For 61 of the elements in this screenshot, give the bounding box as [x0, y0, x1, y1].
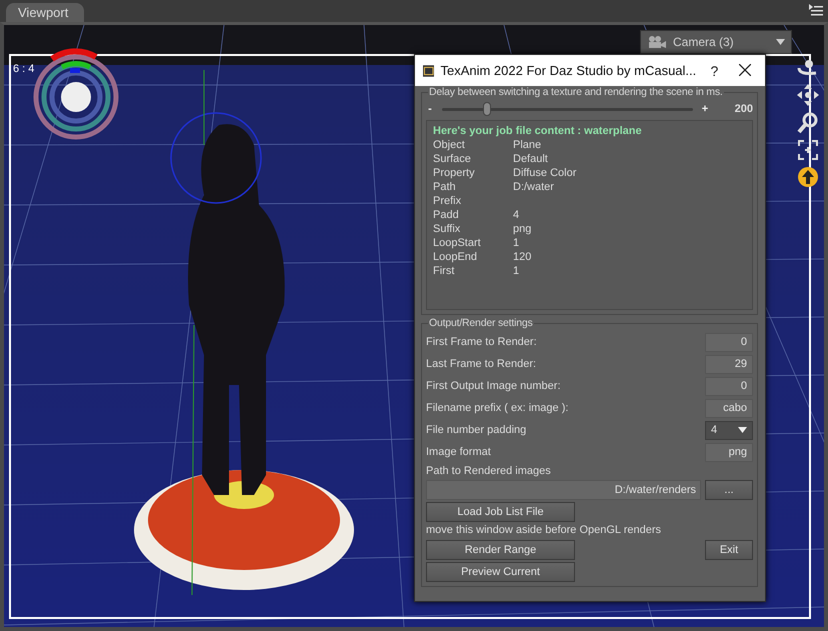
- input-field[interactable]: 29: [705, 354, 753, 374]
- camera-icon: [647, 35, 667, 49]
- browse-button[interactable]: ...: [705, 480, 753, 500]
- group-title: Delay between switching a texture and rendering the scene in ms.: [428, 86, 724, 98]
- path-label: Path to Rendered images: [426, 464, 552, 479]
- menu-icon[interactable]: [808, 3, 824, 17]
- input-field[interactable]: 0: [705, 376, 753, 396]
- job-key: Property: [433, 167, 513, 179]
- preview-button[interactable]: Preview Current: [426, 562, 575, 582]
- job-key: Prefix: [433, 195, 513, 207]
- delay-slider[interactable]: [442, 102, 693, 116]
- job-value: png: [513, 223, 532, 235]
- input-field[interactable]: cabo: [705, 398, 753, 418]
- job-value: Plane: [513, 139, 542, 151]
- job-value: 4: [513, 209, 520, 221]
- job-key: Padd: [433, 209, 513, 221]
- search-icon[interactable]: [797, 112, 819, 134]
- job-key: Surface: [433, 153, 513, 165]
- setting-label: Image format: [426, 446, 491, 458]
- plus-label: +: [701, 103, 709, 115]
- job-value: Default: [513, 153, 549, 165]
- group-title: Output/Render settings: [428, 317, 534, 329]
- caret-icon: [738, 427, 747, 433]
- move-icon[interactable]: [797, 84, 819, 106]
- setting-label: First Frame to Render:: [426, 336, 537, 348]
- frame-icon[interactable]: [798, 140, 818, 160]
- path-field[interactable]: D:/water/renders: [426, 480, 701, 500]
- job-value: Diffuse Color: [513, 167, 578, 179]
- note-text: move this window aside before OpenGL renders: [426, 523, 662, 538]
- close-icon: [738, 64, 751, 76]
- job-heading: Here's your job file content : waterplane: [433, 125, 643, 137]
- job-key: Suffix: [433, 223, 513, 235]
- input-field[interactable]: 0: [705, 332, 753, 352]
- exit-button[interactable]: Exit: [705, 540, 753, 560]
- job-key: First: [433, 265, 513, 277]
- load-job-button[interactable]: Load Job List File: [426, 502, 575, 522]
- minus-label: -: [427, 103, 433, 115]
- job-value: D:/water: [513, 181, 555, 193]
- setting-label: First Output Image number:: [426, 380, 560, 392]
- setting-label: File number padding: [426, 424, 526, 436]
- camera-dropdown[interactable]: Camera (3): [640, 30, 792, 54]
- render-range-button[interactable]: Render Range: [426, 540, 575, 560]
- viewport-tab[interactable]: Viewport: [6, 3, 84, 22]
- input-field[interactable]: png: [705, 442, 753, 462]
- padding-dropdown[interactable]: 4: [705, 420, 753, 440]
- caret-icon: [776, 39, 785, 45]
- job-key: Path: [433, 181, 513, 193]
- delay-value: 200: [734, 103, 753, 115]
- aspect-ratio-label: 6 : 4: [13, 63, 34, 75]
- job-value: 1: [513, 265, 520, 277]
- setting-label: Filename prefix ( ex: image ):: [426, 402, 568, 414]
- help-button[interactable]: ?: [702, 56, 727, 84]
- job-key: LoopEnd: [433, 251, 513, 263]
- window-title: TexAnim 2022 For Daz Studio by mCasual...: [440, 63, 696, 78]
- job-key: LoopStart: [433, 237, 513, 249]
- job-key: Object: [433, 139, 513, 151]
- slider-thumb[interactable]: [483, 102, 492, 116]
- job-value: 1: [513, 237, 520, 249]
- app-logo-icon: [423, 62, 434, 78]
- setting-label: Last Frame to Render:: [426, 358, 536, 370]
- job-value: 120: [513, 251, 532, 263]
